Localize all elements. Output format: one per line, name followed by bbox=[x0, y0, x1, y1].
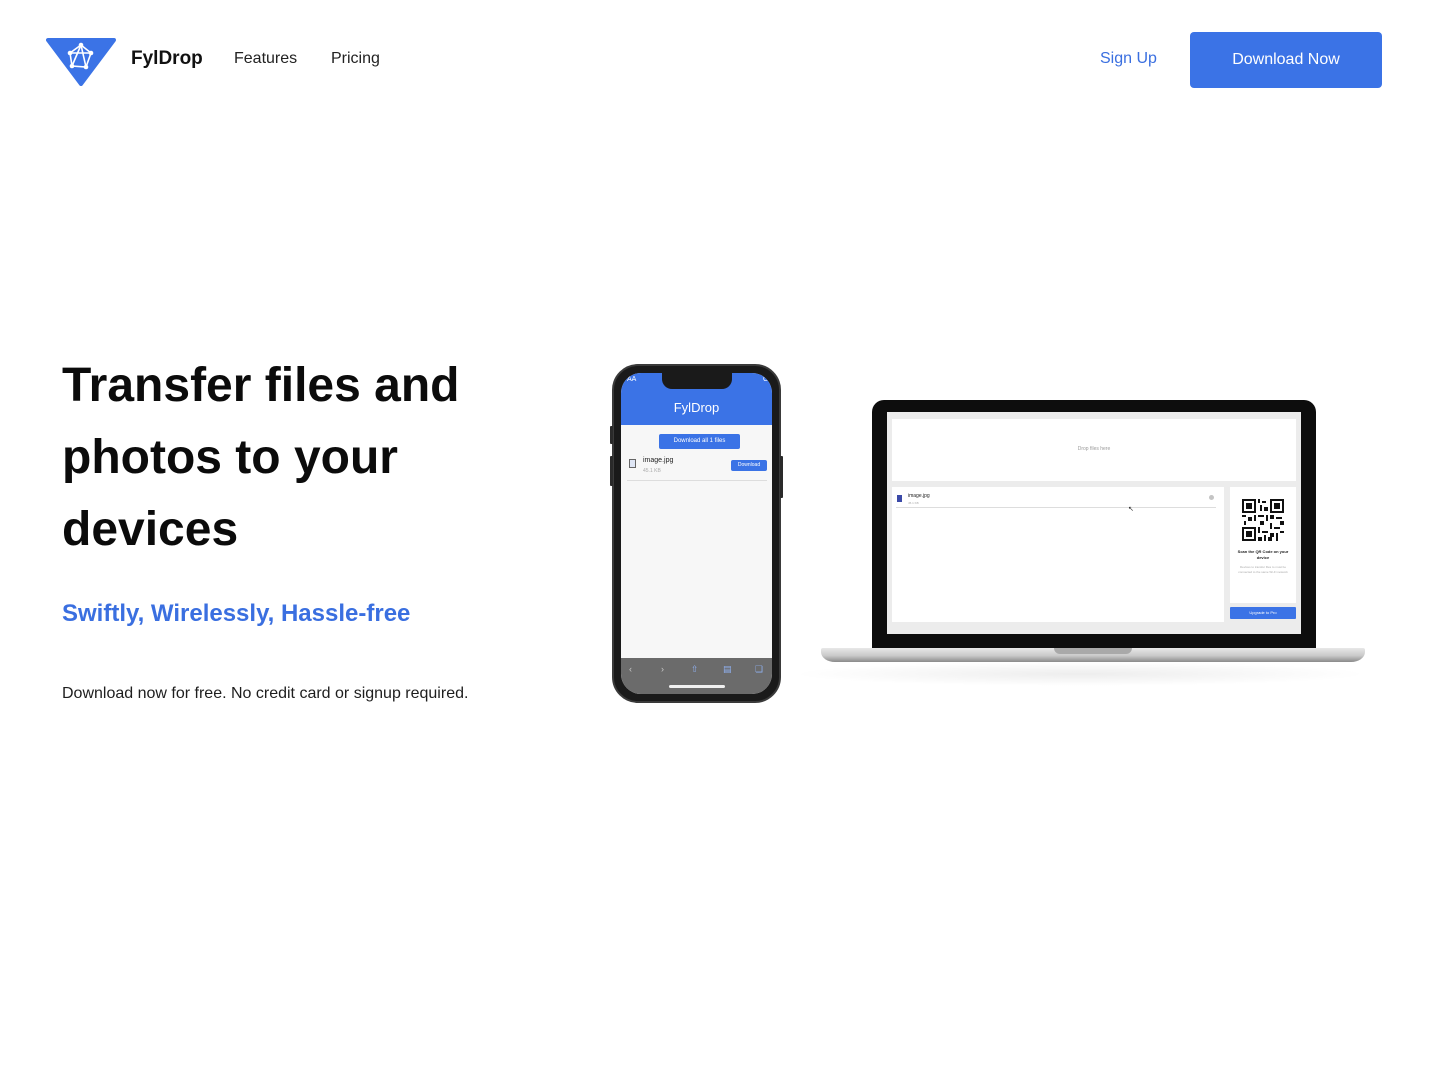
laptop-qr-panel: Scan the QR Code on your device Devices … bbox=[1230, 487, 1296, 603]
phone-home-indicator bbox=[669, 685, 725, 688]
share-icon: ⇧ bbox=[691, 664, 699, 674]
phone-file-size: 45.1 KB bbox=[643, 468, 661, 474]
phone-file-download-button: Download bbox=[731, 460, 767, 471]
nav-pricing-link[interactable]: Pricing bbox=[331, 50, 380, 68]
tabs-icon: ❏ bbox=[755, 664, 764, 674]
bookmarks-icon: ▤ bbox=[723, 664, 732, 674]
image-file-icon bbox=[897, 495, 902, 502]
phone-status-right: C bbox=[762, 376, 768, 383]
hero-title: Transfer files and photos to your device… bbox=[62, 359, 460, 556]
fyldrop-logo-icon[interactable] bbox=[46, 36, 116, 86]
site-header: FylDrop Features Pricing Sign Up Downloa… bbox=[0, 0, 1440, 120]
phone-file-name: image.jpg bbox=[643, 457, 674, 464]
laptop-screen: Drop files here image.jpg 45.1 KB ↖ Scan… bbox=[887, 412, 1301, 634]
laptop-drop-zone: Drop files here bbox=[892, 419, 1296, 481]
mouse-cursor-icon: ↖ bbox=[1128, 506, 1134, 513]
back-icon: ‹ bbox=[629, 664, 632, 674]
phone-download-all-button: Download all 1 files bbox=[659, 434, 740, 449]
phone-screen: AA C FylDrop Download all 1 files image.… bbox=[621, 373, 772, 694]
laptop-file-name: image.jpg bbox=[908, 493, 930, 499]
qr-code-icon bbox=[1242, 499, 1284, 541]
laptop-file-row: image.jpg 45.1 KB ↖ bbox=[896, 492, 1216, 513]
phone-app-title: FylDrop bbox=[621, 395, 772, 425]
download-now-button[interactable]: Download Now bbox=[1190, 32, 1382, 88]
phone-side-button bbox=[610, 426, 613, 444]
sign-up-link[interactable]: Sign Up bbox=[1100, 50, 1157, 68]
qr-title: Scan the QR Code on your device bbox=[1237, 549, 1289, 560]
hero-subtitle: Swiftly, Wirelessly, Hassle-free bbox=[62, 600, 411, 627]
nav-features-link[interactable]: Features bbox=[234, 50, 297, 68]
laptop-upgrade-button: Upgrade to Pro bbox=[1230, 607, 1296, 619]
laptop-shadow bbox=[790, 662, 1370, 686]
phone-side-button bbox=[780, 456, 783, 498]
phone-browser-toolbar: ‹ › ⇧ ▤ ❏ bbox=[621, 658, 772, 694]
brand-name[interactable]: FylDrop bbox=[131, 48, 203, 70]
forward-icon: › bbox=[661, 664, 664, 674]
drop-zone-text: Drop files here bbox=[1077, 446, 1111, 452]
phone-side-button bbox=[610, 456, 613, 486]
phone-status-left: AA bbox=[627, 376, 637, 383]
hero-note: Download now for free. No credit card or… bbox=[62, 685, 469, 702]
phone-notch bbox=[662, 373, 732, 389]
laptop-file-list: image.jpg 45.1 KB ↖ bbox=[892, 487, 1224, 622]
laptop-notch bbox=[1054, 648, 1132, 654]
qr-description: Devices to transfer files to must be con… bbox=[1238, 565, 1288, 574]
remove-file-icon bbox=[1209, 495, 1214, 500]
laptop-file-size: 45.1 KB bbox=[908, 501, 919, 505]
phone-mockup: AA C FylDrop Download all 1 files image.… bbox=[610, 364, 783, 703]
image-file-icon bbox=[629, 459, 636, 468]
phone-file-row: image.jpg 45.1 KB Download bbox=[627, 455, 767, 481]
